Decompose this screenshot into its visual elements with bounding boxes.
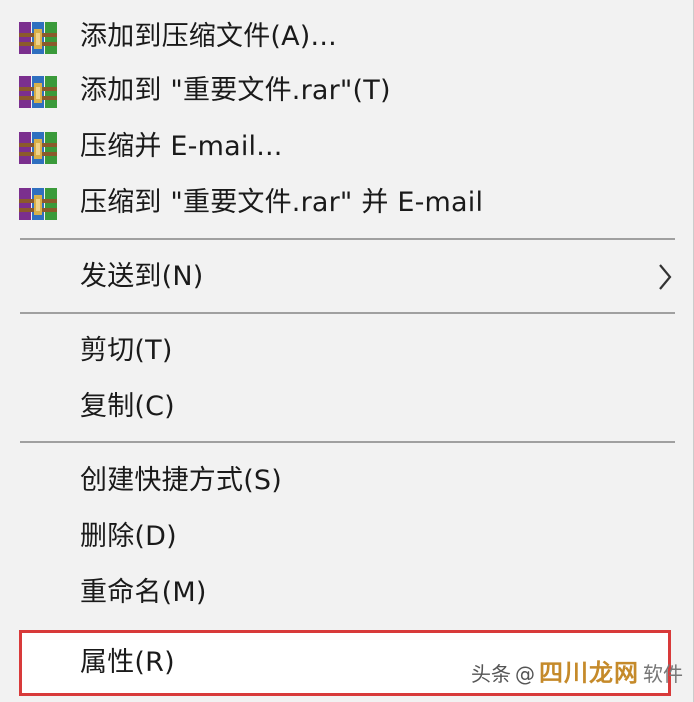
- menu-item-add-to-archive[interactable]: 添加到压缩文件(A)...: [0, 10, 693, 64]
- menu-item-create-shortcut[interactable]: 创建快捷方式(S): [0, 454, 693, 508]
- menu-item-label: 压缩并 E-mail...: [80, 131, 283, 162]
- watermark-prefix: 头条: [471, 662, 511, 686]
- menu-item-label: 属性(R): [80, 647, 175, 678]
- menu-item-cut[interactable]: 剪切(T): [0, 324, 693, 378]
- winrar-archive-icon: [19, 22, 57, 54]
- menu-item-label: 压缩到 "重要文件.rar" 并 E-mail: [80, 187, 484, 218]
- chevron-right-icon: [659, 264, 672, 290]
- menu-item-label: 重命名(M): [80, 577, 207, 608]
- watermark-suffix: 软件: [643, 662, 683, 686]
- menu-item-compress-to-rar-email[interactable]: 压缩到 "重要文件.rar" 并 E-mail: [0, 176, 693, 230]
- menu-item-label: 添加到压缩文件(A)...: [80, 21, 337, 52]
- menu-item-label: 复制(C): [80, 391, 175, 422]
- watermark-site: 四川龙网: [539, 659, 639, 687]
- menu-separator: [20, 238, 675, 240]
- menu-item-add-to-rar[interactable]: 添加到 "重要文件.rar"(T): [0, 64, 693, 118]
- menu-item-compress-email[interactable]: 压缩并 E-mail...: [0, 120, 693, 174]
- menu-item-copy[interactable]: 复制(C): [0, 380, 693, 434]
- winrar-archive-icon: [19, 188, 57, 220]
- menu-separator: [20, 312, 675, 314]
- menu-item-label: 删除(D): [80, 521, 177, 552]
- menu-separator: [20, 441, 675, 443]
- menu-item-delete[interactable]: 删除(D): [0, 510, 693, 564]
- watermark: 头条 @ 四川龙网 软件: [471, 653, 683, 688]
- menu-item-label: 发送到(N): [80, 261, 204, 292]
- winrar-archive-icon: [19, 76, 57, 108]
- menu-item-send-to[interactable]: 发送到(N): [0, 250, 693, 304]
- menu-item-rename[interactable]: 重命名(M): [0, 566, 693, 620]
- context-menu: 添加到压缩文件(A)... 添加到 "重要文件.rar"(T) 压缩并 E-ma…: [0, 0, 694, 702]
- menu-item-label: 添加到 "重要文件.rar"(T): [80, 75, 391, 106]
- menu-item-label: 剪切(T): [80, 335, 173, 366]
- menu-item-label: 创建快捷方式(S): [80, 465, 283, 496]
- watermark-at: @: [515, 662, 535, 686]
- winrar-archive-icon: [19, 132, 57, 164]
